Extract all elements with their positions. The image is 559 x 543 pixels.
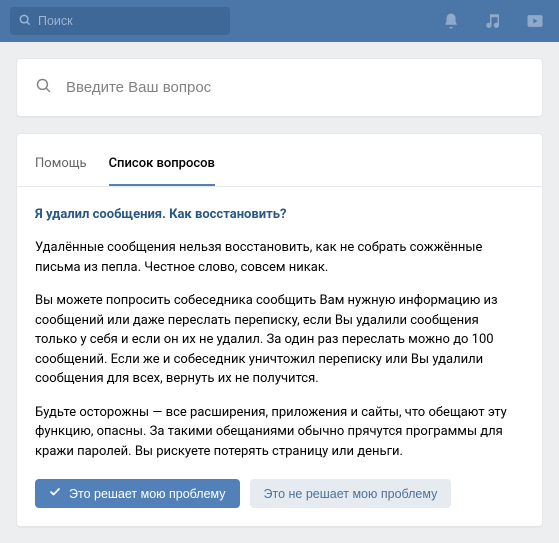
main-card: Помощь Список вопросов Я удалил сообщени… [16,133,543,527]
video-icon[interactable] [525,11,545,31]
music-icon[interactable] [483,11,503,31]
tabs: Помощь Список вопросов [17,142,542,187]
solves-button[interactable]: Это решает мою проблему [35,479,240,508]
solves-button-label: Это решает мою проблему [69,487,226,501]
check-icon [49,486,61,501]
search-icon [18,12,32,31]
article-paragraph: Будьте осторожны — все расширения, прило… [35,403,524,462]
feedback-buttons: Это решает мою проблему Это не решает мо… [35,479,524,508]
not-solves-button[interactable]: Это не решает мою проблему [250,479,452,508]
article: Я удалил сообщения. Как восстановить? Уд… [17,187,542,526]
search-icon [35,77,52,98]
tab-help[interactable]: Помощь [35,142,87,186]
article-paragraph: Вы можете попросить собеседника сообщить… [35,291,524,389]
question-input[interactable] [66,79,524,96]
bell-icon[interactable] [441,11,461,31]
article-title: Я удалил сообщения. Как восстановить? [35,207,524,222]
tab-questions-list[interactable]: Список вопросов [109,142,215,186]
ask-row [17,59,542,116]
not-solves-button-label: Это не решает мою проблему [264,487,438,501]
article-paragraph: Удалённые сообщения нельзя восстановить,… [35,238,524,277]
global-search[interactable] [10,7,230,35]
ask-card [16,58,543,117]
top-bar [0,0,559,42]
top-icons [441,11,551,31]
content: Помощь Список вопросов Я удалил сообщени… [0,42,559,543]
search-input[interactable] [38,14,222,28]
